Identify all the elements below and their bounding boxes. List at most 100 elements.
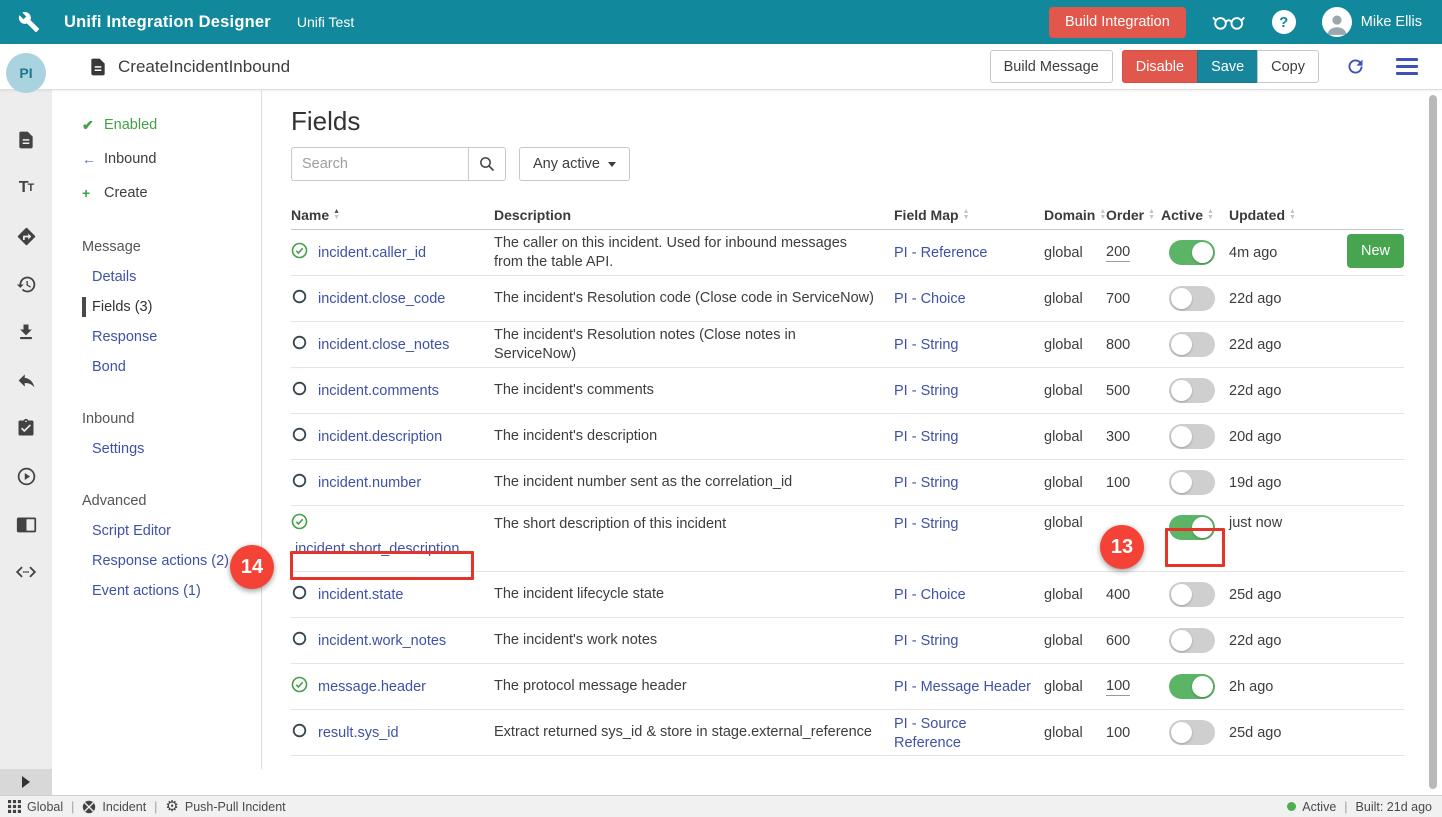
task-icon[interactable] <box>15 417 37 439</box>
disable-button[interactable]: Disable <box>1122 50 1197 83</box>
active-toggle[interactable] <box>1169 628 1215 653</box>
history-icon[interactable] <box>15 273 37 295</box>
column-header-name[interactable]: Name▲▼ <box>291 207 494 223</box>
field-order[interactable]: 300 <box>1106 429 1130 445</box>
field-updated: 22d ago <box>1229 337 1404 353</box>
field-name-link[interactable]: result.sys_id <box>318 725 399 741</box>
field-order[interactable]: 700 <box>1106 291 1130 307</box>
context-incident[interactable]: Incident <box>82 800 146 814</box>
nav-item-settings[interactable]: Settings <box>52 434 261 464</box>
field-map-link[interactable]: PI - Choice <box>894 587 966 603</box>
field-map-link[interactable]: PI - Choice <box>894 291 966 307</box>
field-order[interactable]: 600 <box>1106 633 1130 649</box>
expand-sidebar-button[interactable] <box>0 769 52 795</box>
field-status-icon <box>291 289 308 308</box>
empty-circle-icon <box>292 381 307 400</box>
user-avatar[interactable] <box>1322 7 1352 37</box>
active-toggle[interactable] <box>1169 332 1215 357</box>
column-header-field-map[interactable]: Field Map▲▼ <box>894 207 1044 223</box>
nav-item-inbound[interactable]: ← Inbound <box>52 142 261 176</box>
vertical-scrollbar[interactable] <box>1429 95 1437 789</box>
book-icon[interactable] <box>15 513 37 535</box>
field-order[interactable]: 400 <box>1106 587 1130 603</box>
field-map-link[interactable]: PI - String <box>894 475 958 491</box>
copy-button[interactable]: Copy <box>1257 50 1319 83</box>
directions-icon[interactable] <box>15 225 37 247</box>
nav-item-fields[interactable]: Fields (3) <box>52 292 261 322</box>
active-toggle[interactable] <box>1169 240 1215 265</box>
search-button[interactable] <box>468 147 506 181</box>
reply-icon[interactable] <box>15 369 37 391</box>
nav-section-advanced: Advanced Script Editor Response actions … <box>52 486 261 606</box>
field-name-link[interactable]: incident.caller_id <box>318 245 426 261</box>
active-toggle[interactable] <box>1169 378 1215 403</box>
field-map-link[interactable]: PI - String <box>894 633 958 649</box>
field-name-link[interactable]: incident.description <box>318 429 442 445</box>
field-map-link[interactable]: PI - Message Header <box>894 679 1031 695</box>
column-header-active[interactable]: Active▲▼ <box>1161 207 1229 223</box>
build-message-button[interactable]: Build Message <box>990 50 1113 83</box>
field-map-link[interactable]: PI - Source Reference <box>894 716 967 751</box>
column-header-order[interactable]: Order▲▼ <box>1106 207 1161 223</box>
field-name-link[interactable]: message.header <box>318 679 426 695</box>
nav-item-enabled[interactable]: ✔ Enabled <box>52 108 261 142</box>
field-map-link[interactable]: PI - String <box>894 429 958 445</box>
help-icon[interactable]: ? <box>1272 10 1296 34</box>
field-order[interactable]: 500 <box>1106 383 1130 399</box>
download-icon[interactable] <box>15 321 37 343</box>
context-global[interactable]: Global <box>8 800 63 814</box>
field-name-link[interactable]: incident.close_notes <box>318 337 449 353</box>
chevron-down-icon <box>608 162 616 167</box>
user-name[interactable]: Mike Ellis <box>1361 14 1422 30</box>
build-integration-button[interactable]: Build Integration <box>1049 7 1186 38</box>
search-input[interactable] <box>291 147 468 181</box>
active-toggle[interactable] <box>1169 582 1215 607</box>
play-circle-icon[interactable] <box>15 465 37 487</box>
field-order[interactable]: 100 <box>1106 678 1130 696</box>
field-name-link[interactable]: incident.work_notes <box>318 633 446 649</box>
menu-icon[interactable] <box>1396 54 1418 79</box>
field-updated: 25d ago <box>1229 587 1404 603</box>
field-map-link[interactable]: PI - Reference <box>894 245 988 261</box>
code-icon[interactable] <box>15 561 37 583</box>
field-map-link[interactable]: PI - String <box>894 383 958 399</box>
field-name-link[interactable]: incident.comments <box>318 383 439 399</box>
nav-item-script-editor[interactable]: Script Editor <box>52 516 261 546</box>
glasses-icon[interactable] <box>1212 12 1246 32</box>
active-toggle[interactable] <box>1169 470 1215 495</box>
active-toggle[interactable] <box>1169 424 1215 449</box>
annotation-badge-14: 14 <box>230 545 274 589</box>
active-filter-dropdown[interactable]: Any active <box>519 147 630 181</box>
nav-item-event-actions[interactable]: Event actions (1) <box>52 576 261 606</box>
field-name-link[interactable]: incident.close_code <box>318 291 445 307</box>
refresh-icon[interactable] <box>1345 56 1366 77</box>
active-toggle[interactable] <box>1169 286 1215 311</box>
table-row: incident.work_notes The incident's work … <box>291 618 1404 664</box>
column-header-description[interactable]: Description <box>494 207 894 223</box>
page-title: CreateIncidentInbound <box>118 57 290 77</box>
nav-item-create[interactable]: + Create <box>52 176 261 210</box>
field-order[interactable]: 100 <box>1106 475 1130 491</box>
field-name-link[interactable]: incident.number <box>318 475 421 491</box>
field-order[interactable]: 800 <box>1106 337 1130 353</box>
nav-item-bond[interactable]: Bond <box>52 352 261 382</box>
nav-item-response[interactable]: Response <box>52 322 261 352</box>
field-domain: global <box>1044 725 1106 741</box>
field-map-link[interactable]: PI - String <box>894 337 958 353</box>
field-order[interactable]: 100 <box>1106 725 1130 741</box>
save-button[interactable]: Save <box>1197 50 1257 83</box>
field-domain: global <box>1044 245 1106 261</box>
active-toggle[interactable] <box>1169 720 1215 745</box>
app-subtitle: Unifi Test <box>297 14 354 30</box>
column-header-domain[interactable]: Domain▲▼ <box>1044 207 1106 223</box>
text-format-icon[interactable]: TT <box>15 177 37 199</box>
document-icon[interactable] <box>15 129 37 151</box>
field-order[interactable]: 200 <box>1106 244 1130 262</box>
context-process[interactable]: ⚙ Push-Pull Incident <box>165 799 285 814</box>
field-name-link[interactable]: incident.state <box>318 587 403 603</box>
nav-item-details[interactable]: Details <box>52 262 261 292</box>
new-button[interactable]: New <box>1347 234 1404 268</box>
active-toggle[interactable] <box>1169 674 1215 699</box>
column-header-updated[interactable]: Updated▲▼ <box>1229 207 1404 223</box>
field-map-link[interactable]: PI - String <box>894 516 958 532</box>
